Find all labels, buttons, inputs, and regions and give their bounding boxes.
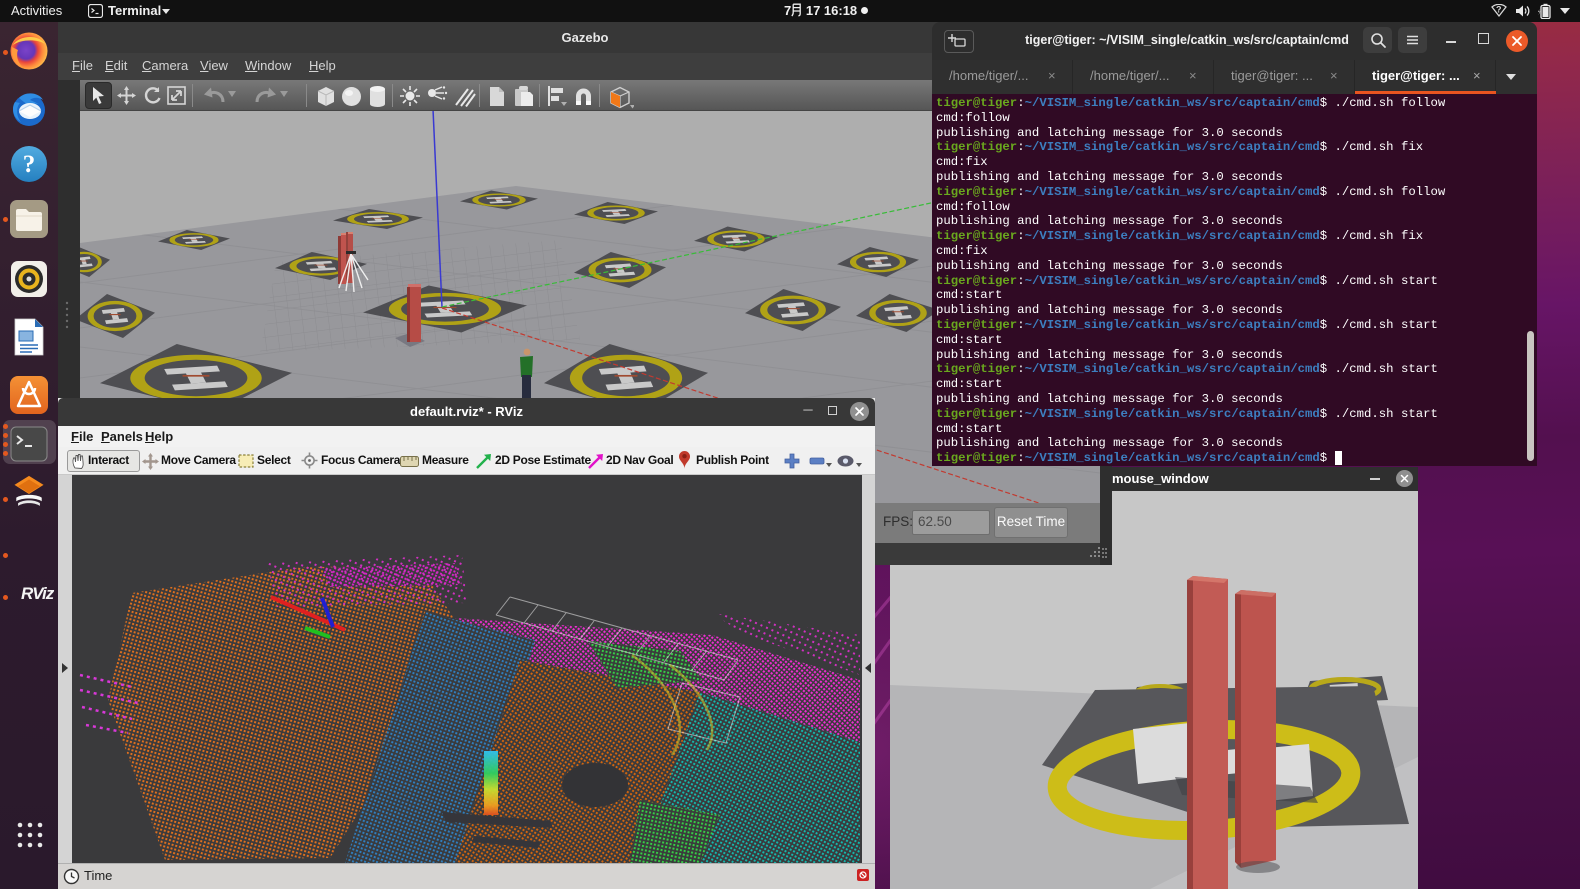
svg-text:?: ? (1496, 5, 1502, 15)
svg-text:?: ? (23, 151, 36, 178)
